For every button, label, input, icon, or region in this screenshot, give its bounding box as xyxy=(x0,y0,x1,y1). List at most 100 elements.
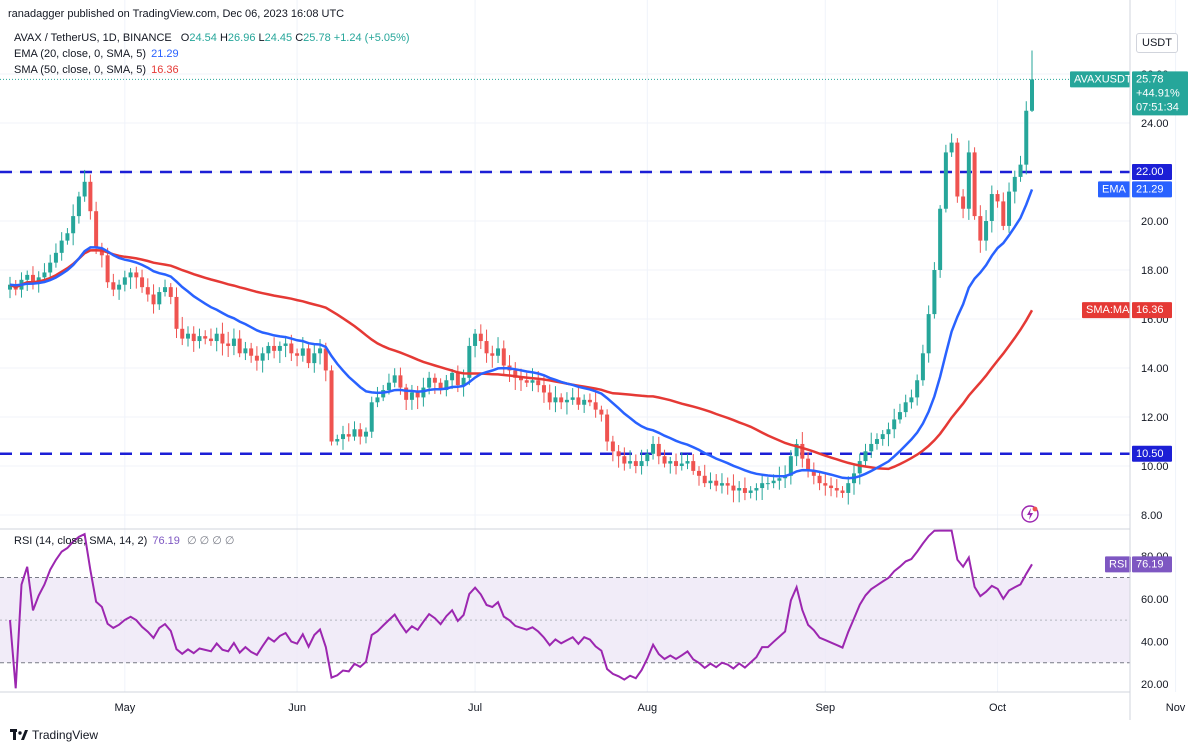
currency-unit-button[interactable]: USDT xyxy=(1136,33,1178,53)
price-tick-label: 24.00 xyxy=(1141,118,1169,130)
candle-body xyxy=(386,382,391,391)
candle-body xyxy=(398,375,403,388)
time-tick-label: Nov xyxy=(1166,702,1186,714)
candle-body xyxy=(817,475,822,484)
candle-body xyxy=(283,343,288,346)
candle-body xyxy=(151,294,156,305)
candle-body xyxy=(955,142,960,197)
close-value: 25.78 xyxy=(303,32,331,44)
candle-body xyxy=(995,194,1000,202)
candle-body xyxy=(696,470,701,476)
candle-body xyxy=(427,377,432,388)
high-label: H xyxy=(219,32,228,44)
ema-legend[interactable]: EMA (20, close, 0, SMA, 5) 21.29 xyxy=(14,48,179,60)
candle-body xyxy=(48,262,53,273)
candle-body xyxy=(76,196,81,217)
rsi-extras: ∅ ∅ ∅ ∅ xyxy=(186,535,235,547)
candle-body xyxy=(800,443,805,459)
candles xyxy=(8,50,1034,505)
candle-body xyxy=(874,439,879,444)
time-tick-label: Jul xyxy=(468,702,482,714)
candle-body xyxy=(214,333,219,342)
candle-body xyxy=(679,463,684,466)
candle-body xyxy=(1007,191,1012,226)
price-tick-label: 18.00 xyxy=(1141,265,1169,277)
candle-body xyxy=(220,333,225,344)
tradingview-footer[interactable]: TradingView xyxy=(10,728,98,742)
candle-body xyxy=(392,375,397,383)
lightning-icon[interactable] xyxy=(1021,505,1039,523)
symbol-badge-text: AVAXUSDT xyxy=(1074,73,1132,85)
candle-body xyxy=(714,480,719,486)
rsi-legend[interactable]: RSI (14, close, SMA, 14, 2) 76.19 ∅ ∅ ∅ … xyxy=(14,534,234,547)
candle-body xyxy=(846,483,851,493)
tradingview-logo-icon xyxy=(10,729,28,740)
candle-body xyxy=(203,336,208,339)
price-tick-label: 12.00 xyxy=(1141,412,1169,424)
ema-value: 21.29 xyxy=(151,48,179,60)
candle-body xyxy=(295,353,300,356)
candle-body xyxy=(1001,201,1006,226)
ema-line xyxy=(9,188,1034,480)
candle-body xyxy=(1024,110,1029,165)
candle-body xyxy=(645,453,650,462)
axis-badges: 25.78 +44.91% 07:51:34 AVAXUSDT 22.00 10.50 21… xyxy=(1070,71,1188,573)
candle-body xyxy=(834,488,839,491)
sma-label: SMA (50, close, 0, SMA, 5) xyxy=(14,64,147,76)
price-chart[interactable]: 8.0010.0012.0014.0016.0018.0020.0022.002… xyxy=(0,0,1200,752)
candle-body xyxy=(966,152,971,209)
time-axis-ticks: MayJunJulAugSepOctNovDec xyxy=(114,702,1186,714)
candle-body xyxy=(656,443,661,457)
candle-body xyxy=(71,216,76,234)
candle-body xyxy=(674,461,679,466)
sma-legend[interactable]: SMA (50, close, 0, SMA, 5) 16.36 xyxy=(14,64,179,76)
time-tick-label: Sep xyxy=(816,702,836,714)
candle-body xyxy=(105,255,110,283)
candle-body xyxy=(455,372,460,386)
candle-body xyxy=(737,488,742,491)
candle-body xyxy=(863,451,868,462)
candle-body xyxy=(691,461,696,471)
candle-body xyxy=(777,478,782,481)
price-tick-label: 10.00 xyxy=(1141,461,1169,473)
candle-body xyxy=(702,475,707,484)
candle-body xyxy=(249,348,254,356)
candle-body xyxy=(53,252,58,263)
candle-body xyxy=(897,412,902,420)
candle-body xyxy=(524,380,529,383)
candle-body xyxy=(633,461,638,466)
candle-body xyxy=(140,277,145,288)
candle-body xyxy=(341,434,346,440)
candle-body xyxy=(553,397,558,403)
close-label: C xyxy=(295,32,304,44)
candle-body xyxy=(65,233,70,241)
moving-average-lines xyxy=(0,78,1130,480)
candle-body xyxy=(490,353,495,356)
candle-body xyxy=(185,333,190,339)
candle-body xyxy=(94,211,99,248)
candle-body xyxy=(920,353,925,381)
candle-body xyxy=(989,194,994,221)
candle-body xyxy=(668,461,673,464)
change-value: +1.24 (+5.05%) xyxy=(333,32,410,44)
sma-value-badge-text: 16.36 xyxy=(1136,304,1164,316)
candle-body xyxy=(277,345,282,351)
candle-body xyxy=(748,490,753,493)
candle-body xyxy=(915,380,920,398)
low-value: 24.45 xyxy=(264,32,293,44)
candle-body xyxy=(134,272,139,278)
candle-body xyxy=(25,274,30,280)
publisher-line: ranadagger published on TradingView.com,… xyxy=(8,8,345,20)
candle-body xyxy=(742,488,747,493)
candle-body xyxy=(719,483,724,486)
candle-body xyxy=(570,397,575,400)
candle-body xyxy=(323,348,328,371)
candle-body xyxy=(823,483,828,486)
candle-body xyxy=(168,287,173,297)
candle-body xyxy=(869,443,874,452)
candle-body xyxy=(610,441,615,452)
level-low-badge-text: 10.50 xyxy=(1136,448,1164,460)
candle-body xyxy=(300,348,305,356)
tradingview-brand: TradingView xyxy=(32,728,99,742)
candle-body xyxy=(651,443,656,454)
